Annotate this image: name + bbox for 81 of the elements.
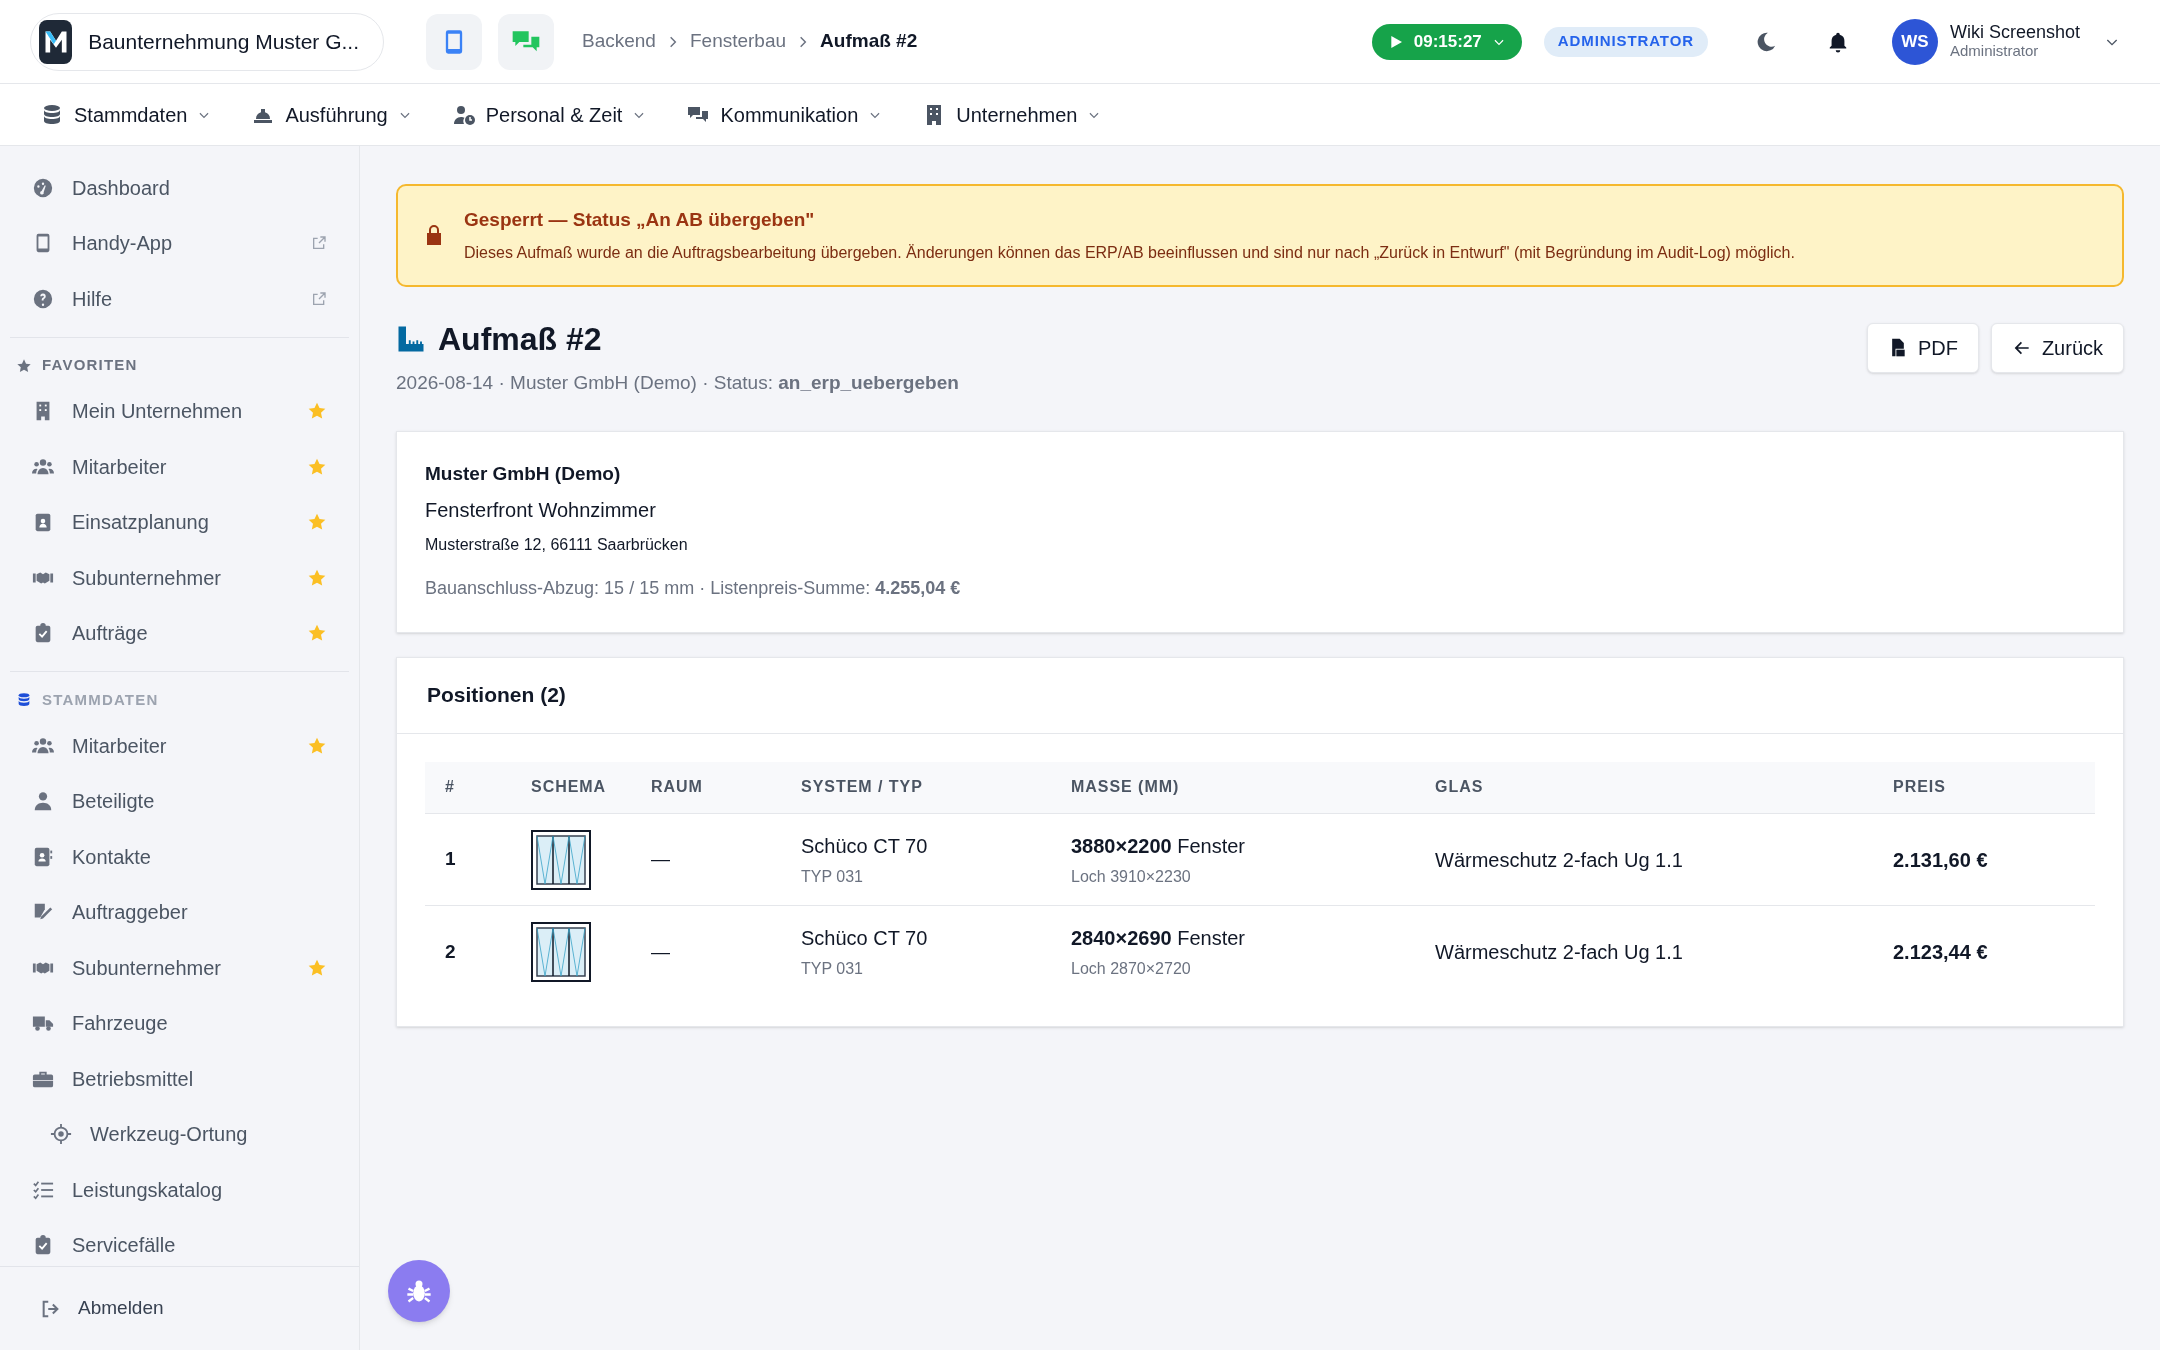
column-header: GLAS [1435,761,1893,814]
system-name: Schüco CT 70 [801,833,929,859]
column-header: # [425,761,531,814]
dimensions: 2840×2690 Fenster [1071,925,1247,951]
chat-button[interactable] [498,13,554,70]
company-switcher[interactable]: Baunternehmung Muster G... [30,12,384,71]
glass-type: Wärmeschutz 2-fach Ug 1.1 [1435,848,1683,871]
sidebar-item[interactable]: Handy-App [10,215,349,271]
breadcrumb-link[interactable]: Backend [582,27,656,56]
nav-menu-item[interactable]: Stammdaten [40,99,212,130]
sidebar-item[interactable]: Betriebsmittel [10,1051,349,1107]
sidebar-item[interactable]: Fahrzeuge [10,995,349,1051]
user-icon [32,790,54,813]
sidebar-item[interactable]: Kontakte [10,829,349,885]
contact-card-icon [32,845,54,868]
customer-name: Muster GmbH (Demo) [425,462,622,486]
nav-menu-item[interactable]: Kommunikation [686,99,883,130]
column-header: PREIS [1893,761,2095,814]
room-value: — [651,848,670,870]
sidebar-item[interactable]: Mein Unternehmen [10,383,349,439]
user-avatar: WS [1891,18,1938,65]
glass-type: Wärmeschutz 2-fach Ug 1.1 [1435,940,1683,963]
sidebar-item[interactable]: Dashboard [10,160,349,216]
breadcrumb-link[interactable]: Fensterbau [689,27,787,56]
star-icon [16,357,32,374]
bug-report-button[interactable] [388,1260,450,1322]
logo-icon [39,19,73,64]
gauge-icon [32,176,54,199]
column-header: MASSE (MM) [1071,761,1435,814]
user-role: Administrator [1949,43,2039,60]
sidebar-item[interactable]: Leistungskatalog [10,1162,349,1218]
system-name: Schüco CT 70 [801,925,929,951]
sidebar-item[interactable]: Mitarbeiter [10,718,349,774]
summary-details: Bauanschluss-Abzug: 15 / 15 mm · Listenpreis-Summe: 4.255,04 € [425,576,962,600]
nav-menu-item[interactable]: Unternehmen [922,99,1102,130]
section-heading: FAVORITEN [42,355,138,376]
price: 2.131,60 € [1893,848,1988,871]
sidebar-item[interactable]: Subunternehmer [10,940,349,996]
sidebar-item[interactable]: Servicefälle [10,1217,349,1266]
user-name: Wiki Screenshot [1949,23,2080,44]
type-code: TYP 031 [801,866,864,887]
room-value: — [651,940,670,962]
address: Musterstraße 12, 66111 Saarbrücken [425,534,689,555]
column-header: SYSTEM / TYP [801,761,1071,814]
sidebar-item[interactable]: Mitarbeiter [10,439,349,495]
crosshair-icon [50,1123,72,1146]
opening-dimensions: Loch 2870×2720 [1071,958,1192,979]
back-button[interactable]: Zurück [1990,322,2124,373]
section-heading: STAMMDATEN [42,689,159,710]
project-name: Fensterfront Wohnzimmer [425,497,657,523]
window-schema-drawing [531,921,591,982]
logout-button[interactable]: Abmelden [40,1294,164,1323]
database-icon [16,692,32,708]
sidebar-item[interactable]: Einsatzplanung [10,494,349,550]
nav-menu-item[interactable]: Ausführung [251,99,412,130]
price: 2.123,44 € [1893,940,1988,963]
dimensions: 3880×2200 Fenster [1071,833,1247,859]
sidebar-item[interactable]: Auftraggeber [10,884,349,940]
page-meta: 2026-08-14 · Muster GmbH (Demo) · Status: an_erp_uebergeben [396,370,959,395]
sidebar-item[interactable]: Hilfe [10,271,349,327]
role-badge: ADMINISTRATOR [1543,26,1708,57]
column-header: SCHEMA [531,761,651,814]
alert-title: Gesperrt — Status „An AB übergeben" [464,208,816,232]
user-menu[interactable]: WS Wiki Screenshot Administrator [1891,18,2120,65]
column-header: RAUM [651,761,801,814]
position-number: 2 [445,940,456,962]
sidebar-item[interactable]: Aufträge [10,605,349,661]
page-title: Aufmaß #2 [438,319,602,359]
type-code: TYP 031 [801,958,864,979]
sidebar-item[interactable]: Beteiligte [10,773,349,829]
sidebar-item[interactable]: Subunternehmer [10,550,349,606]
alert-text: Dieses Aufmaß wurde an die Auftragsbearbeitung übergeben. Änderungen können das ERP/AB beeinflussen und sind nur nach „Zurück in Entwurf" (mit Begründung im Audit-Log) möglich. [464,242,1795,263]
position-number: 1 [445,848,456,870]
opening-dimensions: Loch 3910×2230 [1071,866,1192,887]
pdf-button[interactable]: PDF [1866,322,1979,373]
card-title: Positionen (2) [427,682,566,709]
window-schema-drawing [531,829,591,890]
sidebar-item[interactable]: Werkzeug-Ortung [10,1106,349,1162]
nav-menu-item[interactable]: Personal & Zeit [451,99,647,130]
mobile-app-button[interactable] [426,13,482,70]
help-icon [32,287,54,310]
